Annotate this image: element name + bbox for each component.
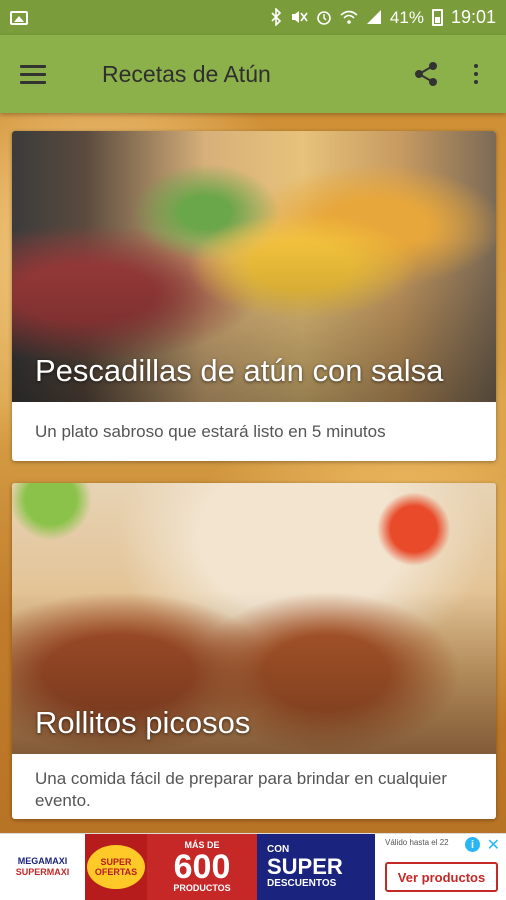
bluetooth-icon — [270, 6, 282, 28]
ad-cta-panel: Válido hasta el 22 i ✕ Ver productos — [375, 834, 506, 900]
status-bar: 41% 19:01 — [0, 0, 506, 35]
mute-icon — [290, 9, 308, 27]
recipe-title: Rollitos picosos — [35, 705, 251, 740]
ad-super-panel: CON SUPER DESCUENTOS — [257, 834, 375, 900]
ad-banner[interactable]: MEGAMAXI SUPERMAXI SUPER OFERTAS MÁS DE … — [0, 833, 506, 900]
wifi-icon — [340, 9, 358, 27]
ad-count-panel: MÁS DE 600 PRODUCTOS — [147, 834, 257, 900]
battery-percent: 41% — [389, 7, 424, 27]
ad-badge-bottom: OFERTAS — [94, 867, 138, 877]
recipe-title: Pescadillas de atún con salsa — [35, 353, 444, 388]
close-icon[interactable]: ✕ — [487, 835, 500, 855]
status-time: 19:01 — [450, 7, 496, 27]
ad-valid-text: Válido hasta el 22 — [385, 838, 449, 847]
ad-count: 600 — [173, 848, 231, 886]
ad-logo-top: MEGAMAXI — [17, 856, 68, 866]
app-bar: Recetas de Atún — [0, 35, 506, 113]
ad-logo: MEGAMAXI SUPERMAXI — [0, 834, 85, 900]
recipe-card[interactable]: Pescadillas de atún con salsa Un plato s… — [12, 131, 496, 461]
ad-badge-top: SUPER — [100, 857, 132, 867]
recipe-image: Rollitos picosos — [12, 483, 496, 754]
hamburger-menu-icon[interactable] — [0, 35, 66, 113]
ad-super-line3: DESCUENTOS — [267, 877, 337, 889]
battery-icon — [431, 9, 443, 26]
ver-productos-button[interactable]: Ver productos — [385, 862, 498, 892]
ad-ofertas-badge: SUPER OFERTAS — [87, 845, 145, 889]
app-title: Recetas de Atún — [102, 60, 271, 87]
recipe-image: Pescadillas de atún con salsa — [12, 131, 496, 402]
info-icon[interactable]: i — [465, 837, 480, 852]
more-vertical-icon[interactable] — [446, 35, 506, 113]
ad-count-suffix: PRODUCTOS — [173, 883, 231, 893]
alarm-icon — [316, 9, 332, 27]
share-icon[interactable] — [406, 35, 446, 113]
recipe-card[interactable]: Rollitos picosos Una comida fácil de pre… — [12, 483, 496, 819]
recipe-description: Un plato sabroso que estará listo en 5 m… — [35, 422, 386, 441]
signal-icon — [366, 9, 382, 27]
ad-logo-bottom: SUPERMAXI — [15, 867, 70, 877]
image-icon — [10, 10, 28, 25]
ad-ofertas-panel: SUPER OFERTAS — [85, 834, 147, 900]
ad-super-line2: SUPER — [267, 854, 343, 880]
recipe-description: Una comida fácil de preparar para brinda… — [35, 769, 448, 810]
ad-badge-text: SUPER OFERTAS — [95, 857, 137, 877]
